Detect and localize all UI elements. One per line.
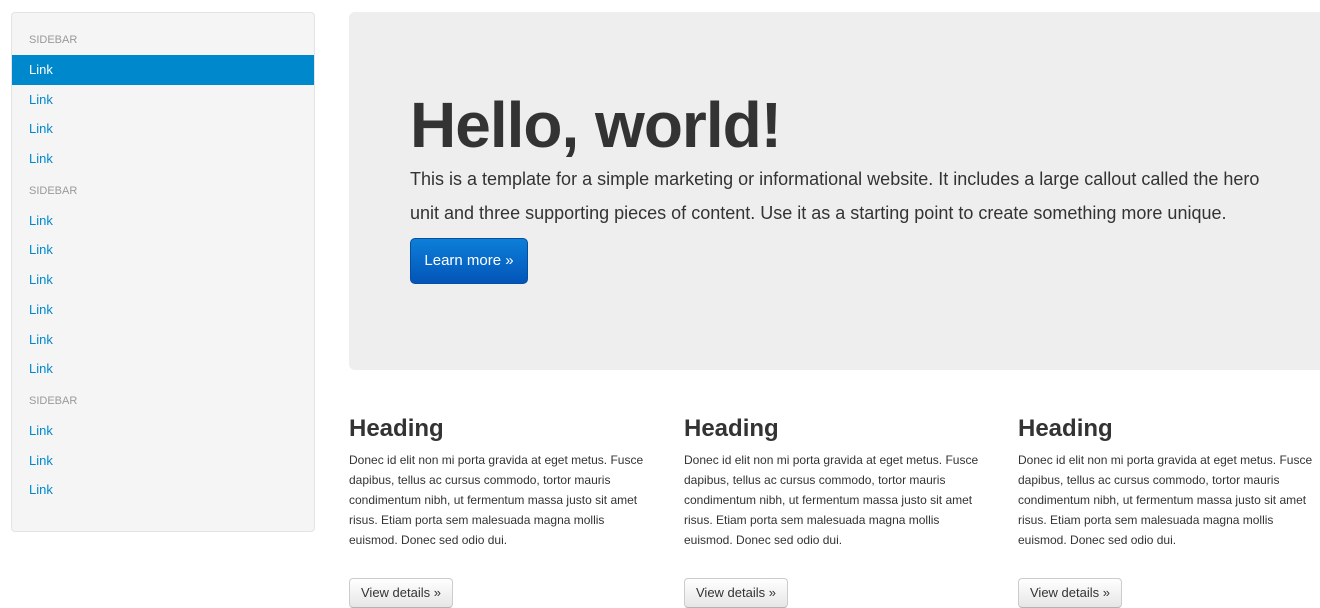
nav-header: SIDEBAR [29,184,78,197]
sidebar-link-active[interactable]: Link [12,55,314,85]
sidebar-link[interactable]: Link [12,206,314,236]
column-body: Donec id elit non mi porta gravida at eg… [1018,453,1313,547]
sidebar-link[interactable]: Link [12,416,314,446]
column-body: Donec id elit non mi porta gravida at eg… [684,453,979,547]
sidebar-link[interactable]: Link [12,265,314,295]
content-column: Heading Donec id elit non mi porta gravi… [684,412,980,608]
column-heading: Heading [1018,415,1113,442]
sidebar-link[interactable]: Link [12,114,314,144]
view-details-button[interactable]: View details » [349,578,453,608]
content-column: Heading Donec id elit non mi porta gravi… [1018,412,1314,608]
hero-unit: Hello, world! This is a template for a s… [349,12,1320,370]
column-body: Donec id elit non mi porta gravida at eg… [349,453,644,547]
nav-header: SIDEBAR [29,394,78,407]
view-details-button[interactable]: View details » [1018,578,1122,608]
column-heading: Heading [349,415,444,442]
content-column: Heading Donec id elit non mi porta gravi… [349,412,645,608]
sidebar: SIDEBAR Link Link Link Link SIDEBAR Link… [11,12,315,532]
hero-title: Hello, world! [410,89,782,161]
nav-header: SIDEBAR [29,34,78,46]
sidebar-link[interactable]: Link [12,144,314,174]
sidebar-link[interactable]: Link [12,354,314,384]
column-heading: Heading [684,415,779,442]
sidebar-link[interactable]: Link [12,325,314,355]
view-details-button[interactable]: View details » [684,578,788,608]
hero-description: This is a template for a simple marketin… [410,169,1260,223]
sidebar-link[interactable]: Link [12,446,314,476]
sidebar-link[interactable]: Link [12,295,314,325]
learn-more-button[interactable]: Learn more » [410,238,528,284]
sidebar-link[interactable]: Link [12,235,314,265]
sidebar-link[interactable]: Link [12,475,314,505]
sidebar-link[interactable]: Link [12,85,314,115]
